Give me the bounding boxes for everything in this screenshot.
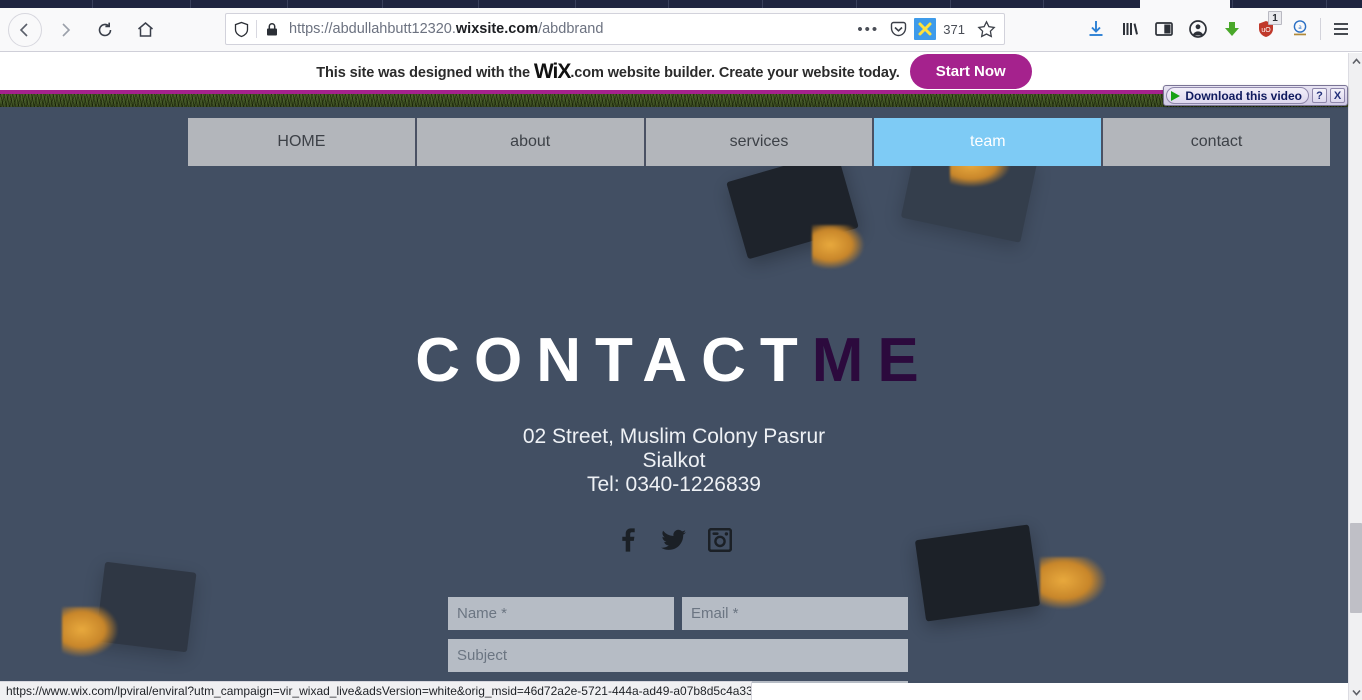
page-title: CONTACTME [0,325,1348,396]
page-scrollbar[interactable] [1348,53,1362,700]
download-video-button[interactable]: Download this video [1166,87,1309,104]
status-bar: https://www.wix.com/lpviral/enviral?utm_… [0,681,752,700]
back-button[interactable] [8,12,42,47]
url-prefix: https://abdullahbutt12320. [289,21,456,37]
tassel-decoration [1040,557,1106,609]
page-actions-icon[interactable]: ••• [854,14,882,44]
lock-icon[interactable] [257,14,287,44]
page-title-primary: CONTACT [415,326,812,395]
adblock-shield-icon[interactable]: uO 1 [1249,11,1283,45]
bookmark-star-icon[interactable] [972,14,1000,44]
menu-icon[interactable] [1324,13,1358,45]
form-row-subject [448,639,908,672]
download-video-close-button[interactable]: X [1330,88,1345,103]
toolbar-divider [1320,18,1321,40]
nav-item-contact[interactable]: contact [1103,118,1330,166]
tab-strip[interactable] [0,0,1362,8]
instagram-icon[interactable] [705,525,735,555]
home-button[interactable] [128,13,162,47]
forward-button[interactable] [48,13,82,47]
wix-logo: WiX [533,59,571,83]
sidebar-icon[interactable] [1147,13,1181,45]
wix-banner-text-after: .com website builder. Create your websit… [570,64,900,81]
contact-form [448,597,908,683]
address-line-2: Sialkot [642,449,706,472]
grammarly-icon[interactable]: a [1283,13,1317,45]
url-text[interactable]: https://abdullahbutt12320.wixsite.com/ab… [287,21,854,37]
url-suffix: /abdbrand [538,21,604,37]
tassel-decoration [62,607,118,657]
download-video-label: Download this video [1185,88,1302,103]
adblock-badge: 1 [1268,11,1282,25]
url-domain: wixsite.com [455,21,539,37]
subject-input[interactable] [448,639,908,672]
browser-extensions-toolbar: uO 1 a [1079,11,1358,45]
url-actions: ••• 371 [854,14,1004,44]
browser-window: https://abdullahbutt12320.wixsite.com/ab… [0,0,1362,700]
start-now-button[interactable]: Start Now [909,54,1032,89]
form-row-name-email [448,597,908,630]
tracking-protection-icon[interactable] [226,14,256,44]
tracker-count: 371 [943,21,965,37]
download-video-overlay: Download this video ? X [1163,85,1348,106]
name-input[interactable] [448,597,674,630]
email-input[interactable] [682,597,908,630]
scroll-down-icon[interactable] [1349,684,1362,700]
svg-text:a: a [1298,22,1302,31]
social-links [0,525,1348,555]
grass-texture-band [0,94,1348,107]
nav-item-home[interactable]: HOME [188,118,417,166]
svg-text:uO: uO [1261,27,1271,34]
extension-icon[interactable] [914,18,937,40]
site-navigation: HOME about services team contact [188,118,1330,166]
pocket-icon[interactable] [884,14,912,44]
account-icon[interactable] [1181,13,1215,45]
page-title-secondary: ME [811,326,933,395]
contact-address: 02 Street, Muslim Colony Pasrur Sialkot … [0,425,1348,497]
wix-promo-banner: This site was designed with the WiX.com … [0,53,1348,90]
nav-item-about[interactable]: about [416,118,646,166]
wix-banner-text: This site was designed with the WiX.com … [316,59,900,84]
nav-item-services[interactable]: services [645,118,875,166]
nav-item-team[interactable]: team [874,118,1104,166]
downthemall-icon[interactable] [1215,13,1249,45]
download-video-help-button[interactable]: ? [1312,88,1327,103]
tassel-decoration [812,225,864,269]
twitter-icon[interactable] [659,525,689,555]
address-phone: Tel: 0340-1226839 [587,473,761,496]
scroll-up-icon[interactable] [1349,53,1362,69]
download-icon[interactable] [1079,13,1113,45]
address-bar[interactable]: https://abdullahbutt12320.wixsite.com/ab… [225,13,1005,45]
reload-button[interactable] [88,13,122,47]
scrollbar-thumb[interactable] [1350,523,1362,613]
facebook-icon[interactable] [613,525,643,555]
webpage-content: HOME about services team contact CONTACT… [0,107,1348,683]
wix-banner-text-before: This site was designed with the [316,64,530,81]
play-icon [1171,90,1181,101]
library-icon[interactable] [1113,13,1147,45]
address-line-1: 02 Street, Muslim Colony Pasrur [522,425,826,448]
